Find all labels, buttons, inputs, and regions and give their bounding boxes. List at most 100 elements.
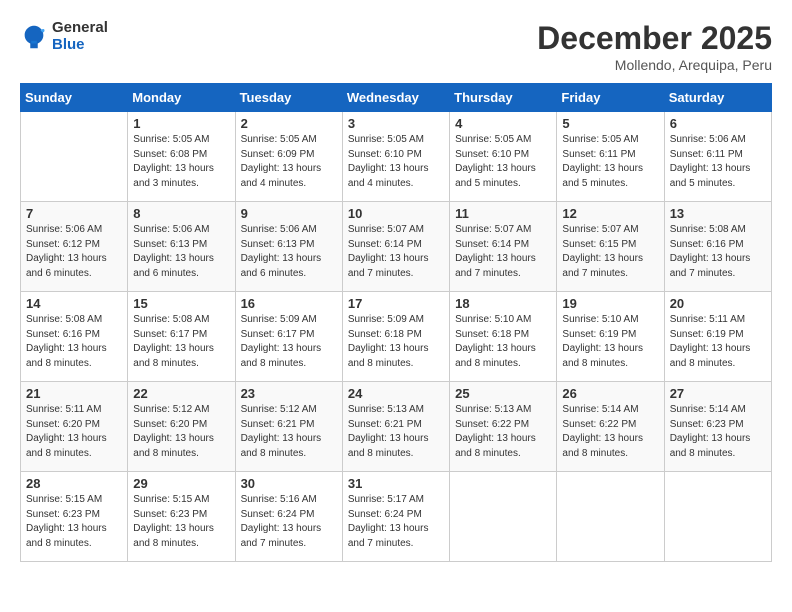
day-info: Sunrise: 5:05 AM Sunset: 6:10 PM Dayligh… — [455, 133, 551, 191]
day-number: 22 — [133, 386, 229, 401]
day-info: Sunrise: 5:15 AM Sunset: 6:23 PM Dayligh… — [133, 493, 229, 551]
day-number: 19 — [562, 296, 658, 311]
day-number: 17 — [348, 296, 444, 311]
day-info: Sunrise: 5:16 AM Sunset: 6:24 PM Dayligh… — [241, 493, 337, 551]
calendar-cell: 15 Sunrise: 5:08 AM Sunset: 6:17 PM Dayli… — [128, 292, 235, 382]
calendar-cell: 20 Sunrise: 5:11 AM Sunset: 6:19 PM Dayli… — [664, 292, 771, 382]
calendar-cell — [557, 472, 664, 562]
calendar-cell: 4Sunrise: 5:05 AM Sunset: 6:10 PM Daylig… — [450, 112, 557, 202]
day-number: 24 — [348, 386, 444, 401]
day-info: Sunrise: 5:13 AM Sunset: 6:21 PM Dayligh… — [348, 403, 444, 461]
day-info: Sunrise: 5:13 AM Sunset: 6:22 PM Dayligh… — [455, 403, 551, 461]
week-row-2: 7 Sunrise: 5:06 AM Sunset: 6:12 PM Daylig… — [21, 202, 772, 292]
calendar-cell: 22 Sunrise: 5:12 AM Sunset: 6:20 PM Dayli… — [128, 382, 235, 472]
weekday-header-friday: Friday — [557, 84, 664, 112]
page-header: General Blue December 2025 Mollendo, Are… — [20, 20, 772, 73]
calendar-cell: 29 Sunrise: 5:15 AM Sunset: 6:23 PM Dayli… — [128, 472, 235, 562]
day-info: Sunrise: 5:06 AM Sunset: 6:13 PM Dayligh… — [241, 223, 337, 281]
day-number: 25 — [455, 386, 551, 401]
calendar-cell: 26Sunrise: 5:14 AM Sunset: 6:22 PM Dayli… — [557, 382, 664, 472]
calendar-cell: 27Sunrise: 5:14 AM Sunset: 6:23 PM Dayli… — [664, 382, 771, 472]
calendar-cell: 11 Sunrise: 5:07 AM Sunset: 6:14 PM Dayli… — [450, 202, 557, 292]
weekday-header-saturday: Saturday — [664, 84, 771, 112]
title-block: December 2025 Mollendo, Arequipa, Peru — [537, 20, 772, 73]
logo-text: General Blue — [52, 20, 108, 53]
weekday-header-thursday: Thursday — [450, 84, 557, 112]
day-info: Sunrise: 5:12 AM Sunset: 6:21 PM Dayligh… — [241, 403, 337, 461]
week-row-4: 21 Sunrise: 5:11 AM Sunset: 6:20 PM Dayli… — [21, 382, 772, 472]
day-info: Sunrise: 5:05 AM Sunset: 6:11 PM Dayligh… — [562, 133, 658, 191]
calendar-table: SundayMondayTuesdayWednesdayThursdayFrid… — [20, 83, 772, 562]
logo-icon — [20, 23, 48, 51]
day-number: 9 — [241, 206, 337, 221]
day-number: 16 — [241, 296, 337, 311]
calendar-cell: 24 Sunrise: 5:13 AM Sunset: 6:21 PM Dayli… — [342, 382, 449, 472]
day-number: 31 — [348, 476, 444, 491]
calendar-cell: 9 Sunrise: 5:06 AM Sunset: 6:13 PM Daylig… — [235, 202, 342, 292]
day-info: Sunrise: 5:06 AM Sunset: 6:12 PM Dayligh… — [26, 223, 122, 281]
calendar-cell: 31 Sunrise: 5:17 AM Sunset: 6:24 PM Dayli… — [342, 472, 449, 562]
day-number: 26 — [562, 386, 658, 401]
day-number: 18 — [455, 296, 551, 311]
day-number: 30 — [241, 476, 337, 491]
calendar-cell: 12Sunrise: 5:07 AM Sunset: 6:15 PM Dayli… — [557, 202, 664, 292]
day-info: Sunrise: 5:10 AM Sunset: 6:18 PM Dayligh… — [455, 313, 551, 371]
day-info: Sunrise: 5:07 AM Sunset: 6:14 PM Dayligh… — [455, 223, 551, 281]
day-number: 11 — [455, 206, 551, 221]
calendar-cell — [450, 472, 557, 562]
day-number: 14 — [26, 296, 122, 311]
calendar-cell — [664, 472, 771, 562]
day-number: 1 — [133, 116, 229, 131]
calendar-cell: 8Sunrise: 5:06 AM Sunset: 6:13 PM Daylig… — [128, 202, 235, 292]
week-row-3: 14Sunrise: 5:08 AM Sunset: 6:16 PM Dayli… — [21, 292, 772, 382]
day-info: Sunrise: 5:06 AM Sunset: 6:11 PM Dayligh… — [670, 133, 766, 191]
day-number: 23 — [241, 386, 337, 401]
day-info: Sunrise: 5:07 AM Sunset: 6:14 PM Dayligh… — [348, 223, 444, 281]
day-number: 5 — [562, 116, 658, 131]
day-number: 28 — [26, 476, 122, 491]
calendar-body: 1 Sunrise: 5:05 AM Sunset: 6:08 PM Daylig… — [21, 112, 772, 562]
day-info: Sunrise: 5:14 AM Sunset: 6:23 PM Dayligh… — [670, 403, 766, 461]
weekday-header-monday: Monday — [128, 84, 235, 112]
day-number: 15 — [133, 296, 229, 311]
day-info: Sunrise: 5:11 AM Sunset: 6:20 PM Dayligh… — [26, 403, 122, 461]
day-info: Sunrise: 5:12 AM Sunset: 6:20 PM Dayligh… — [133, 403, 229, 461]
calendar-cell: 30 Sunrise: 5:16 AM Sunset: 6:24 PM Dayli… — [235, 472, 342, 562]
calendar-cell: 5 Sunrise: 5:05 AM Sunset: 6:11 PM Daylig… — [557, 112, 664, 202]
day-number: 7 — [26, 206, 122, 221]
calendar-cell: 2Sunrise: 5:05 AM Sunset: 6:09 PM Daylig… — [235, 112, 342, 202]
calendar-cell: 25 Sunrise: 5:13 AM Sunset: 6:22 PM Dayli… — [450, 382, 557, 472]
logo-blue-text: Blue — [52, 36, 85, 53]
day-number: 29 — [133, 476, 229, 491]
day-info: Sunrise: 5:11 AM Sunset: 6:19 PM Dayligh… — [670, 313, 766, 371]
day-number: 20 — [670, 296, 766, 311]
month-title: December 2025 — [537, 20, 772, 57]
day-number: 10 — [348, 206, 444, 221]
day-info: Sunrise: 5:05 AM Sunset: 6:10 PM Dayligh… — [348, 133, 444, 191]
calendar-cell: 14Sunrise: 5:08 AM Sunset: 6:16 PM Dayli… — [21, 292, 128, 382]
day-number: 2 — [241, 116, 337, 131]
day-info: Sunrise: 5:06 AM Sunset: 6:13 PM Dayligh… — [133, 223, 229, 281]
day-number: 6 — [670, 116, 766, 131]
day-info: Sunrise: 5:09 AM Sunset: 6:18 PM Dayligh… — [348, 313, 444, 371]
day-info: Sunrise: 5:08 AM Sunset: 6:16 PM Dayligh… — [670, 223, 766, 281]
calendar-cell: 10 Sunrise: 5:07 AM Sunset: 6:14 PM Dayli… — [342, 202, 449, 292]
day-info: Sunrise: 5:15 AM Sunset: 6:23 PM Dayligh… — [26, 493, 122, 551]
calendar-cell: 28 Sunrise: 5:15 AM Sunset: 6:23 PM Dayli… — [21, 472, 128, 562]
weekday-header-sunday: Sunday — [21, 84, 128, 112]
logo: General Blue — [20, 20, 108, 53]
day-info: Sunrise: 5:07 AM Sunset: 6:15 PM Dayligh… — [562, 223, 658, 281]
day-number: 13 — [670, 206, 766, 221]
calendar-cell: 7 Sunrise: 5:06 AM Sunset: 6:12 PM Daylig… — [21, 202, 128, 292]
day-info: Sunrise: 5:17 AM Sunset: 6:24 PM Dayligh… — [348, 493, 444, 551]
calendar-cell: 19 Sunrise: 5:10 AM Sunset: 6:19 PM Dayli… — [557, 292, 664, 382]
day-number: 21 — [26, 386, 122, 401]
calendar-cell: 13 Sunrise: 5:08 AM Sunset: 6:16 PM Dayli… — [664, 202, 771, 292]
calendar-cell: 6 Sunrise: 5:06 AM Sunset: 6:11 PM Daylig… — [664, 112, 771, 202]
calendar-header: SundayMondayTuesdayWednesdayThursdayFrid… — [21, 84, 772, 112]
calendar-cell: 18 Sunrise: 5:10 AM Sunset: 6:18 PM Dayli… — [450, 292, 557, 382]
day-info: Sunrise: 5:08 AM Sunset: 6:17 PM Dayligh… — [133, 313, 229, 371]
day-info: Sunrise: 5:10 AM Sunset: 6:19 PM Dayligh… — [562, 313, 658, 371]
day-info: Sunrise: 5:09 AM Sunset: 6:17 PM Dayligh… — [241, 313, 337, 371]
day-info: Sunrise: 5:05 AM Sunset: 6:08 PM Dayligh… — [133, 133, 229, 191]
